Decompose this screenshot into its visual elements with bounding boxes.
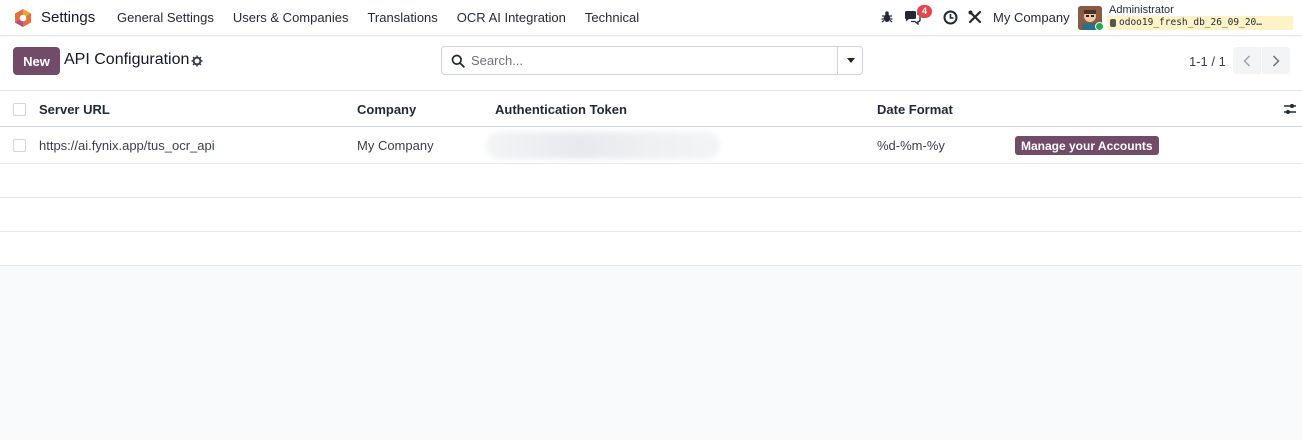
user-name: Administrator bbox=[1109, 4, 1174, 16]
search-bar bbox=[441, 46, 863, 75]
caret-down-icon bbox=[846, 58, 855, 63]
menu-ocr-ai-integration[interactable]: OCR AI Integration bbox=[457, 10, 566, 25]
empty-row bbox=[0, 232, 1302, 266]
menu-technical[interactable]: Technical bbox=[585, 10, 639, 25]
empty-row bbox=[0, 198, 1302, 232]
cell-date-format[interactable]: %d-%m-%y bbox=[877, 138, 945, 153]
chat-icon[interactable]: 4 bbox=[903, 5, 932, 26]
clock-icon[interactable] bbox=[941, 8, 959, 26]
gear-icon[interactable] bbox=[191, 55, 203, 67]
search-options-toggle[interactable] bbox=[837, 47, 863, 74]
cell-server-url[interactable]: https://ai.fynix.app/tus_ocr_api bbox=[39, 138, 215, 153]
table-header: Server URL Company Authentication Token … bbox=[0, 91, 1302, 127]
messages-count-badge: 4 bbox=[917, 5, 932, 18]
user-menu[interactable]: Administrator odoo19_fresh_db_26_09_20… bbox=[1078, 4, 1300, 32]
column-authentication-token[interactable]: Authentication Token bbox=[495, 102, 627, 117]
new-button[interactable]: New bbox=[13, 47, 60, 75]
empty-row bbox=[0, 164, 1302, 198]
odoo-logo-icon[interactable] bbox=[13, 8, 33, 28]
online-status-icon bbox=[1095, 22, 1104, 31]
pager-next-button[interactable] bbox=[1262, 47, 1290, 74]
row-checkbox[interactable] bbox=[13, 139, 26, 152]
pager-previous-button[interactable] bbox=[1233, 47, 1261, 74]
app-name[interactable]: Settings bbox=[41, 9, 95, 26]
menu-translations[interactable]: Translations bbox=[367, 10, 437, 25]
chevron-left-icon bbox=[1243, 54, 1251, 67]
database-icon bbox=[1110, 19, 1116, 27]
optional-columns-toggle-icon[interactable] bbox=[1283, 102, 1297, 116]
page-title: API Configuration bbox=[64, 51, 190, 68]
search-icon bbox=[451, 54, 465, 68]
database-name-text: odoo19_fresh_db_26_09_20… bbox=[1119, 17, 1262, 28]
select-all-checkbox[interactable] bbox=[13, 103, 26, 116]
menu-general-settings[interactable]: General Settings bbox=[117, 10, 214, 25]
column-date-format[interactable]: Date Format bbox=[877, 102, 953, 117]
menu-users-companies[interactable]: Users & Companies bbox=[233, 10, 349, 25]
tools-icon[interactable] bbox=[966, 8, 984, 26]
main-menu: General Settings Users & Companies Trans… bbox=[117, 10, 658, 25]
table-row[interactable]: https://ai.fynix.app/tus_ocr_api My Comp… bbox=[0, 127, 1302, 164]
company-switcher[interactable]: My Company bbox=[993, 10, 1070, 25]
column-server-url[interactable]: Server URL bbox=[39, 102, 110, 117]
cell-company[interactable]: My Company bbox=[357, 138, 434, 153]
search-input[interactable] bbox=[471, 48, 831, 73]
bug-icon[interactable] bbox=[878, 8, 896, 26]
pager-value[interactable]: 1-1 / 1 bbox=[1189, 54, 1226, 69]
database-name: odoo19_fresh_db_26_09_20… bbox=[1107, 16, 1293, 30]
control-panel: New API Configuration 1-1 / 1 bbox=[0, 37, 1302, 91]
chevron-right-icon bbox=[1272, 54, 1280, 67]
manage-accounts-button[interactable]: Manage your Accounts bbox=[1015, 136, 1159, 155]
top-navbar: Settings General Settings Users & Compan… bbox=[0, 0, 1302, 36]
column-company[interactable]: Company bbox=[357, 102, 416, 117]
cell-authentication-token-blurred[interactable] bbox=[486, 132, 720, 159]
